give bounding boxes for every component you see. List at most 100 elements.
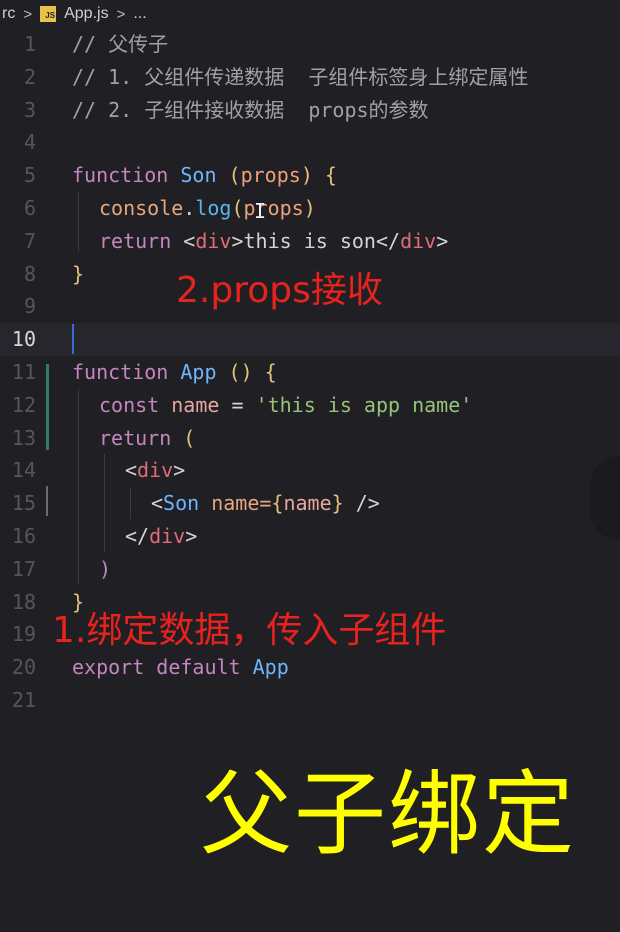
jsx-tag: div <box>137 458 174 483</box>
tag-bracket: </ <box>375 228 401 253</box>
line-number: 9 <box>23 294 36 319</box>
tag-bracket: < <box>125 458 138 483</box>
jsx-tag: div <box>400 228 437 253</box>
line-number: 7 <box>23 228 36 253</box>
dot: . <box>183 196 196 220</box>
paren: ) <box>303 196 316 220</box>
line-number: 2 <box>23 64 36 89</box>
tag-bracket: > <box>436 228 449 253</box>
closing-brace: } <box>72 261 85 286</box>
code-text: <Son name={name} /> <box>151 487 380 520</box>
annotation-bind-data: 1.绑定数据，传入子组件 <box>52 610 447 651</box>
code-line[interactable]: 13 return ( <box>0 422 620 455</box>
code-text: return <div>this is son</div> <box>99 225 448 258</box>
code-comment: // 1. 父组件传递数据 子组件标签身上绑定属性 <box>72 64 529 89</box>
code-line[interactable]: 12 const name = 'this is app name' <box>0 389 620 422</box>
code-text: function App () { <box>72 356 277 389</box>
code-line[interactable]: 11 function App () { <box>0 356 620 389</box>
code-text: </div> <box>125 520 197 553</box>
code-line[interactable]: 20 export default App <box>0 651 620 684</box>
code-line[interactable]: 17 ) <box>0 553 620 586</box>
line-number: 19 <box>11 622 36 647</box>
function-name: App <box>180 360 217 384</box>
line-number: 10 <box>11 327 36 352</box>
line-number: 16 <box>11 524 36 548</box>
tag-bracket: < <box>171 228 196 253</box>
code-line[interactable]: 1 // 父传子 <box>0 28 620 61</box>
line-number: 11 <box>11 360 36 384</box>
breadcrumb-folder[interactable]: rc <box>0 5 17 23</box>
code-line[interactable]: 15 <Son name={name} /> <box>0 487 620 520</box>
line-number: 15 <box>11 491 36 516</box>
annotation-props-receive: 2.props接收 <box>176 270 383 311</box>
paren: ( <box>171 425 196 450</box>
code-text: function Son (props) { <box>72 159 337 192</box>
paren: ( <box>216 163 241 188</box>
variable-name: name <box>171 392 220 417</box>
mouse-ibeam-cursor-icon: I <box>254 199 267 223</box>
tag-bracket: < <box>151 491 164 516</box>
code-line[interactable]: 3 // 2. 子组件接收数据 props的参数 <box>0 94 620 127</box>
line-number: 8 <box>23 261 36 286</box>
keyword-return: return <box>99 425 172 450</box>
code-line[interactable]: 7 return <div>this is son</div> <box>0 225 620 258</box>
argument: props <box>243 196 304 220</box>
line-number: 4 <box>23 130 36 155</box>
string-literal: 'this is app name' <box>255 392 473 417</box>
code-text: export default App <box>72 651 289 684</box>
code-text: <div> <box>125 454 185 487</box>
annotation-title: 父子绑定 <box>200 761 577 868</box>
breadcrumb-symbols[interactable]: ... <box>131 5 148 23</box>
javascript-file-icon: JS <box>40 6 57 22</box>
code-line[interactable]: 4 <box>0 126 620 159</box>
brace: } <box>331 491 344 516</box>
line-number: 18 <box>11 589 36 614</box>
chevron-right-icon: > <box>116 5 126 23</box>
line-number: 20 <box>11 655 36 680</box>
paren-brace: ) { <box>300 163 337 188</box>
code-line-current[interactable]: 10 <box>0 323 620 356</box>
tag-bracket: > <box>185 524 198 548</box>
code-line[interactable]: 21 <box>0 684 620 717</box>
tag-bracket: > <box>173 458 186 483</box>
code-comment: // 2. 子组件接收数据 props的参数 <box>72 97 429 122</box>
export-name: App <box>240 655 289 680</box>
operator: = <box>219 392 256 417</box>
code-comment: // 父传子 <box>72 32 169 56</box>
code-text: console.log(props) <box>99 192 316 225</box>
tag-bracket: </ <box>125 524 150 548</box>
tag-self-close: /> <box>343 491 380 516</box>
line-number: 14 <box>11 458 36 483</box>
line-number: 6 <box>23 196 36 220</box>
chevron-right-icon: > <box>23 5 33 23</box>
keyword-default: default <box>144 655 241 680</box>
jsx-attribute: name= <box>199 491 272 516</box>
code-line[interactable]: 14 <div> <box>0 454 620 487</box>
object-name: console <box>99 196 184 220</box>
code-line[interactable]: 5 function Son (props) { <box>0 159 620 192</box>
breadcrumb-file[interactable]: App.js <box>62 5 110 23</box>
code-text: const name = 'this is app name' <box>99 389 472 422</box>
breadcrumb: rc > JS App.js > ... <box>0 0 620 28</box>
attribute-value: name <box>283 491 332 516</box>
parameter: props <box>240 163 301 188</box>
line-number: 17 <box>11 556 36 581</box>
keyword-const: const <box>99 392 160 417</box>
tag-bracket: > <box>231 228 244 253</box>
keyword-export: export <box>72 655 145 680</box>
keyword-function: function <box>72 163 169 188</box>
jsx-component: Son <box>163 491 200 516</box>
code-text: return ( <box>99 422 195 455</box>
code-line[interactable]: 6 console.log(props) <box>0 192 620 225</box>
jsx-text: this is son <box>243 228 376 253</box>
jsx-tag: div <box>195 228 232 253</box>
line-number: 13 <box>11 425 36 450</box>
paren: ( <box>231 196 244 220</box>
code-editor[interactable]: 1 // 父传子 2 // 1. 父组件传递数据 子组件标签身上绑定属性 3 /… <box>0 28 620 932</box>
code-line[interactable]: 16 </div> <box>0 520 620 553</box>
line-number: 21 <box>11 688 36 712</box>
closing-paren: ) <box>99 556 112 581</box>
line-number: 5 <box>23 163 36 188</box>
code-line[interactable]: 2 // 1. 父组件传递数据 子组件标签身上绑定属性 <box>0 61 620 94</box>
keyword-return: return <box>99 228 172 253</box>
